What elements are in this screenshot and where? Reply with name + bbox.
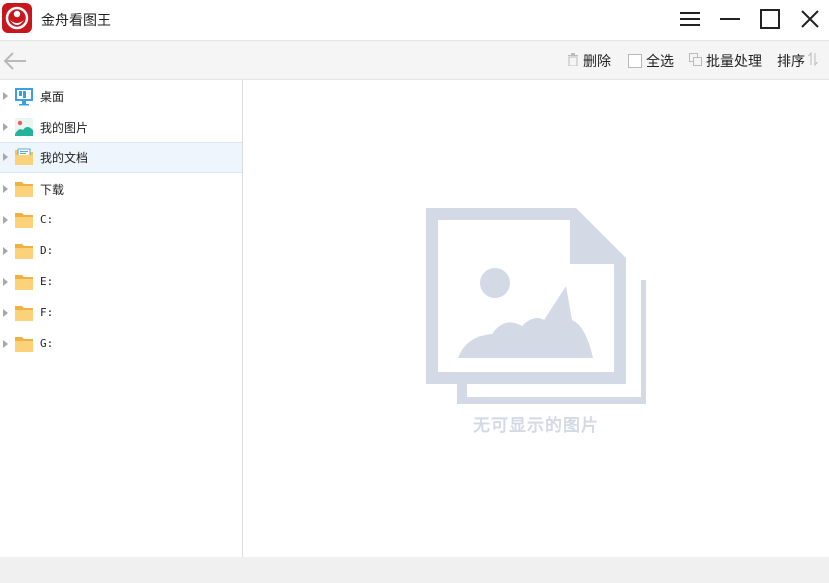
tree-item-drive-d[interactable]: D: — [0, 236, 242, 266]
folder-icon — [14, 272, 34, 292]
select-all-checkbox[interactable] — [628, 54, 642, 68]
tree-item-downloads[interactable]: 下载 — [0, 174, 242, 204]
folder-tree: 桌面 我的图片 我的文档 下载 C: D: E: F: G: — [0, 80, 243, 557]
tree-item-my-pictures[interactable]: 我的图片 — [0, 112, 242, 142]
folder-icon — [14, 334, 34, 354]
documents-icon — [14, 147, 34, 167]
tree-item-drive-c[interactable]: C: — [0, 205, 242, 235]
delete-button[interactable]: 删除 — [567, 51, 611, 71]
folder-icon — [14, 210, 34, 230]
no-image-placeholder-icon — [426, 208, 651, 408]
arrow-left-icon[interactable] — [2, 50, 28, 72]
desktop-icon — [14, 86, 34, 106]
tree-item-desktop[interactable]: 桌面 — [0, 81, 242, 111]
select-all-button[interactable]: 全选 — [628, 51, 674, 71]
toolbar: 删除 全选 批量处理 排序 — [0, 40, 829, 80]
tree-item-drive-f[interactable]: F: — [0, 298, 242, 328]
expand-arrow-icon[interactable] — [3, 340, 8, 348]
expand-arrow-icon[interactable] — [3, 153, 8, 161]
trash-icon — [567, 52, 579, 70]
menu-icon[interactable] — [676, 6, 704, 32]
tree-item-label: F: — [40, 306, 54, 319]
expand-arrow-icon[interactable] — [3, 247, 8, 255]
expand-arrow-icon[interactable] — [3, 92, 8, 100]
image-view-area: 无可显示的图片 — [243, 80, 829, 557]
tree-item-drive-e[interactable]: E: — [0, 267, 242, 297]
status-bar — [0, 557, 829, 583]
close-icon[interactable] — [796, 6, 824, 32]
tree-item-label: 我的图片 — [40, 121, 89, 135]
empty-state-text: 无可显示的图片 — [473, 416, 599, 436]
expand-arrow-icon[interactable] — [3, 278, 8, 286]
expand-arrow-icon[interactable] — [3, 123, 8, 131]
pictures-icon — [14, 117, 34, 137]
folder-icon — [14, 303, 34, 323]
batch-process-button[interactable]: 批量处理 — [689, 51, 762, 71]
tree-item-label: 桌面 — [40, 90, 65, 104]
expand-arrow-icon[interactable] — [3, 309, 8, 317]
tree-item-label: D: — [40, 244, 54, 257]
delete-label: 删除 — [583, 54, 611, 70]
folder-icon — [14, 179, 34, 199]
title-bar: 金舟看图王 — [0, 0, 829, 40]
tree-item-label: C: — [40, 213, 54, 226]
sort-arrows-icon — [808, 51, 818, 70]
app-logo-icon — [2, 3, 32, 33]
copy-icon — [689, 52, 702, 70]
tree-item-label: 我的文档 — [40, 151, 89, 165]
batch-process-label: 批量处理 — [706, 54, 762, 70]
tree-item-my-documents[interactable]: 我的文档 — [0, 142, 242, 173]
folder-icon — [14, 241, 34, 261]
app-title: 金舟看图王 — [41, 13, 111, 29]
maximize-icon[interactable] — [756, 6, 784, 32]
expand-arrow-icon[interactable] — [3, 216, 8, 224]
sort-button[interactable]: 排序 — [777, 51, 818, 71]
minimize-icon[interactable] — [716, 6, 744, 32]
tree-item-label: 下载 — [40, 183, 65, 197]
tree-item-drive-g[interactable]: G: — [0, 329, 242, 359]
expand-arrow-icon[interactable] — [3, 185, 8, 193]
select-all-label: 全选 — [646, 54, 674, 70]
tree-item-label: G: — [40, 337, 54, 350]
tree-item-label: E: — [40, 275, 54, 288]
sort-label: 排序 — [777, 54, 805, 70]
